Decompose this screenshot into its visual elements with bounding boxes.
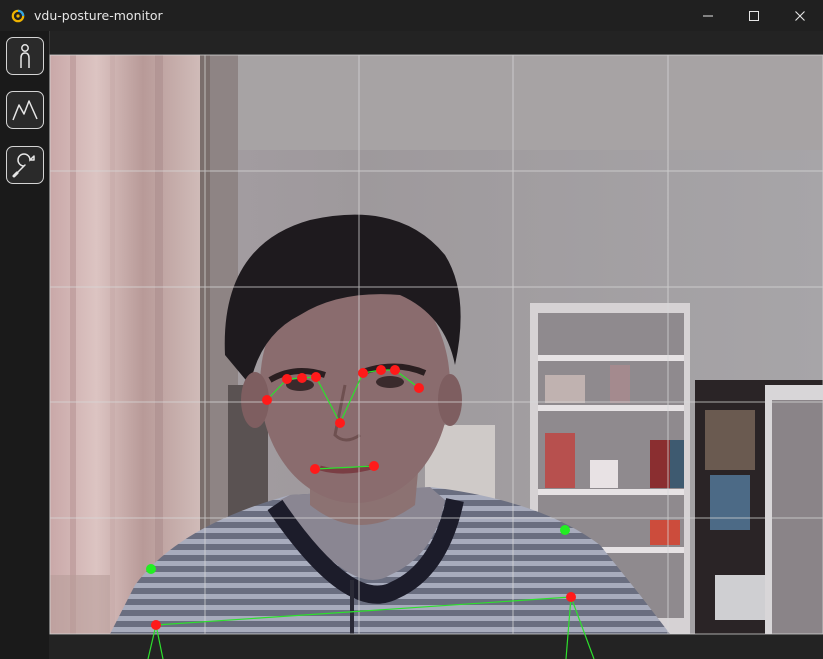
maximize-icon (749, 10, 759, 21)
webcam-feed (50, 55, 823, 634)
wrench-icon (12, 153, 35, 178)
posture-app-icon (11, 9, 25, 22)
statistics-view-button[interactable] (6, 91, 44, 129)
line-chart-icon (12, 100, 38, 121)
webcam-image (50, 55, 823, 634)
toolbar-strip (49, 31, 823, 55)
maximize-button[interactable] (731, 0, 777, 31)
title-bar: vdu-posture-monitor (0, 0, 823, 31)
settings-view-button[interactable] (6, 146, 44, 184)
close-button[interactable] (777, 0, 823, 31)
posture-view-button[interactable] (6, 37, 44, 75)
close-icon (795, 10, 805, 21)
sidebar (0, 31, 49, 659)
window-title: vdu-posture-monitor (34, 8, 163, 23)
person-icon (20, 44, 30, 68)
minimize-icon (703, 15, 713, 16)
status-strip (49, 634, 823, 659)
minimize-button[interactable] (685, 0, 731, 31)
